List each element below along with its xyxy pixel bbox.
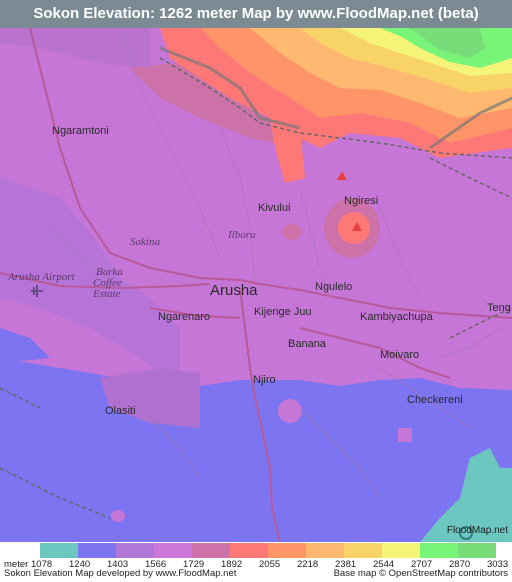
legend-swatch-5 bbox=[230, 543, 268, 558]
place-checkereni: Checkereni bbox=[407, 394, 463, 406]
legend-swatch-11 bbox=[458, 543, 496, 558]
place-olasiti: Olasiti bbox=[105, 405, 136, 417]
legend-swatch-10 bbox=[420, 543, 458, 558]
legend-swatch-0 bbox=[40, 543, 78, 558]
place-kambiyachupa: Kambiyachupa bbox=[360, 311, 434, 323]
legend-swatch-1 bbox=[78, 543, 116, 558]
place-ngulelo: Ngulelo bbox=[315, 281, 352, 293]
place-moivaro: Moivaro bbox=[380, 349, 419, 361]
place-arusha-airport: Arusha Airport bbox=[7, 271, 76, 283]
footer-basemap: Base map © OpenStreetMap contributors bbox=[333, 568, 508, 579]
watermark-text: FloodMap.net bbox=[446, 525, 508, 536]
place-ngaramtoni: Ngaramtoni bbox=[52, 125, 109, 137]
place-banana: Banana bbox=[288, 338, 327, 350]
legend-swatch-2 bbox=[116, 543, 154, 558]
knoll-east bbox=[398, 428, 412, 442]
place-kijenge-juu: Kijenge Juu bbox=[254, 306, 312, 318]
place-burka-line3: Estate bbox=[92, 288, 121, 300]
legend-swatch-8 bbox=[344, 543, 382, 558]
place-kivului: Kivului bbox=[258, 202, 290, 214]
elevation-map[interactable]: Ngaramtoni Kivului Ngiresi Ilboru Sakina… bbox=[0, 28, 512, 542]
legend-swatch-9 bbox=[382, 543, 420, 558]
place-sakina: Sakina bbox=[130, 236, 160, 248]
place-ngiresi: Ngiresi bbox=[344, 195, 378, 207]
njiro-hill bbox=[278, 399, 302, 423]
legend-swatches bbox=[40, 543, 496, 558]
knoll-south bbox=[111, 510, 125, 522]
place-tengeru: Teng bbox=[487, 302, 511, 314]
place-arusha: Arusha bbox=[210, 282, 258, 299]
place-ilboru: Ilboru bbox=[227, 229, 256, 241]
legend-swatch-7 bbox=[306, 543, 344, 558]
footer-credit: Sokon Elevation Map developed by www.Flo… bbox=[4, 568, 237, 579]
map-title: Sokon Elevation: 1262 meter Map by www.F… bbox=[0, 0, 512, 28]
kivului-hill bbox=[282, 224, 302, 240]
legend-swatch-4 bbox=[192, 543, 230, 558]
footer: Sokon Elevation Map developed by www.Flo… bbox=[0, 568, 512, 582]
place-ngarenaro: Ngarenaro bbox=[158, 311, 210, 323]
legend-swatch-6 bbox=[268, 543, 306, 558]
legend-swatch-3 bbox=[154, 543, 192, 558]
watermark: FloodMap.net bbox=[447, 525, 508, 536]
place-njiro: Njiro bbox=[253, 374, 276, 386]
